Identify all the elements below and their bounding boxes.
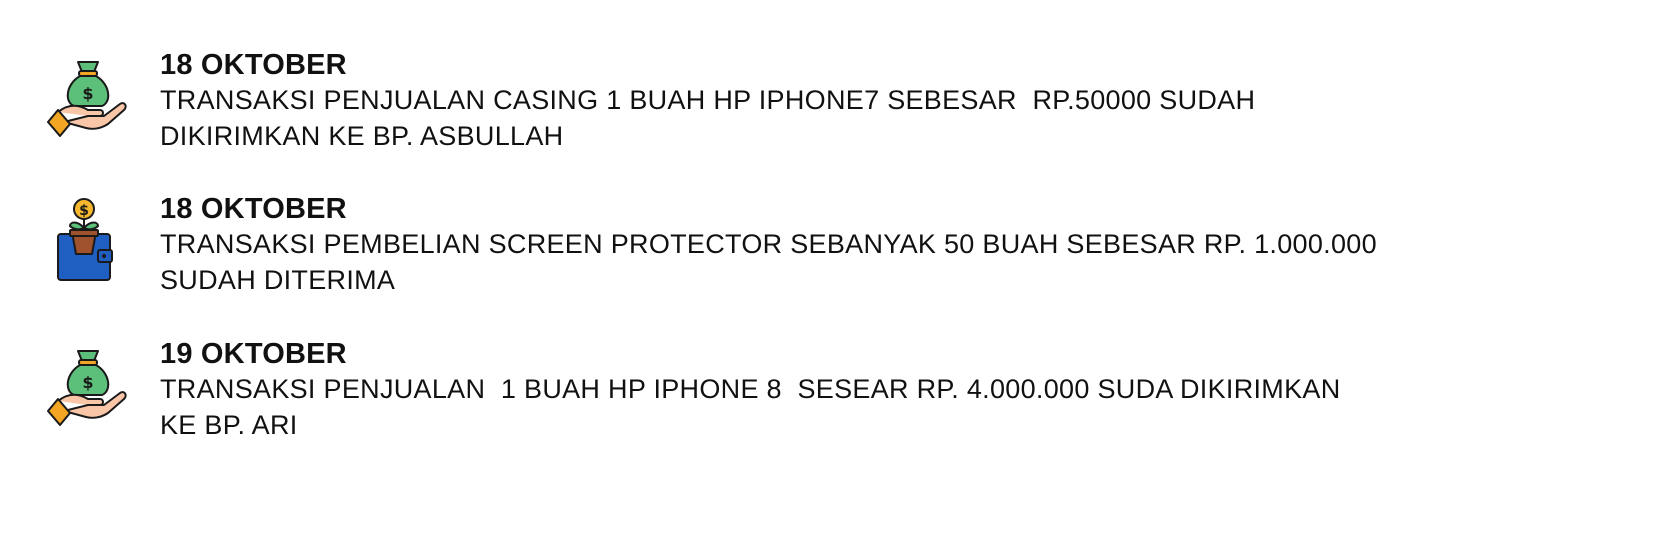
svg-text:$: $: [79, 203, 89, 219]
description-line: TRANSAKSI PEMBELIAN SCREEN PROTECTOR SEB…: [160, 229, 1377, 259]
svg-text:$: $: [82, 84, 93, 103]
description-line: SUDAH DITERIMA: [160, 265, 396, 295]
description-line: KE BP. ARI: [160, 410, 298, 440]
transaction-item: $ 19 OKTOBER TRANSAKSI PENJUALAN 1 BUAH …: [0, 337, 1656, 467]
money-bag-hand-icon: $: [44, 341, 134, 431]
transaction-text: 18 OKTOBER TRANSAKSI PEMBELIAN SCREEN PR…: [160, 192, 1600, 298]
transaction-item: $ 18 OKTOBER TRANSAKSI PENJUALAN CASING …: [0, 48, 1656, 178]
transaction-date: 19 OKTOBER: [160, 338, 347, 370]
description-line: DIKIRIMKAN KE BP. ASBULLAH: [160, 121, 564, 151]
transaction-date: 18 OKTOBER: [160, 49, 347, 81]
transaction-description: TRANSAKSI PEMBELIAN SCREEN PROTECTOR SEB…: [160, 226, 1600, 298]
transaction-description: TRANSAKSI PENJUALAN CASING 1 BUAH HP IPH…: [160, 82, 1600, 154]
svg-text:$: $: [82, 373, 93, 392]
transaction-description: TRANSAKSI PENJUALAN 1 BUAH HP IPHONE 8 S…: [160, 371, 1600, 443]
transaction-text: 19 OKTOBER TRANSAKSI PENJUALAN 1 BUAH HP…: [160, 337, 1600, 443]
description-line: TRANSAKSI PENJUALAN CASING 1 BUAH HP IPH…: [160, 85, 1256, 115]
description-line: TRANSAKSI PENJUALAN 1 BUAH HP IPHONE 8 S…: [160, 374, 1341, 404]
wallet-money-plant-icon: $: [44, 196, 134, 286]
money-bag-hand-icon: $: [44, 52, 134, 142]
transaction-item: $ 18 OKTOBER TRANSAKSI PEMBELIAN SCREEN …: [0, 192, 1656, 322]
transaction-feed: $ 18 OKTOBER TRANSAKSI PENJUALAN CASING …: [0, 0, 1656, 558]
transaction-text: 18 OKTOBER TRANSAKSI PENJUALAN CASING 1 …: [160, 48, 1600, 154]
transaction-date: 18 OKTOBER: [160, 193, 347, 225]
